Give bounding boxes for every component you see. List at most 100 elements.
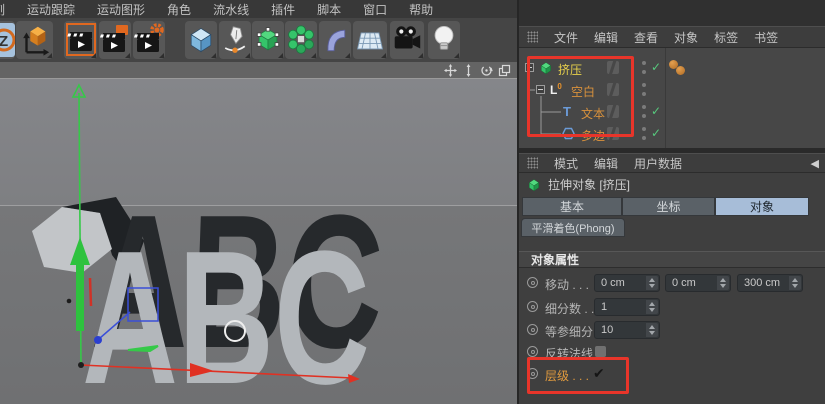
menu-sculpt[interactable]: 雕刻 bbox=[0, 1, 16, 18]
tab-basic[interactable]: 基本 bbox=[522, 197, 622, 216]
stepper[interactable] bbox=[646, 276, 658, 290]
tree-row-text[interactable]: T 文本 ✓ bbox=[519, 102, 825, 122]
viewport-maximize-icon[interactable] bbox=[498, 64, 511, 77]
render-clapper-icon bbox=[65, 22, 97, 58]
array-flower-icon bbox=[286, 24, 316, 56]
viewport-3d[interactable]: ABC ABC bbox=[0, 78, 517, 404]
render-picture-viewer-button[interactable] bbox=[99, 21, 131, 59]
spline-pen-button[interactable] bbox=[219, 21, 251, 59]
null-icon: L0 bbox=[550, 82, 562, 97]
move-y-input[interactable]: 0 cm bbox=[665, 274, 731, 292]
tab-object[interactable]: 对象 bbox=[715, 197, 809, 216]
menu-pipeline[interactable]: 流水线 bbox=[202, 1, 260, 18]
enabled-check-icon[interactable]: ✓ bbox=[651, 126, 661, 140]
panel-grip-icon[interactable] bbox=[527, 157, 538, 169]
camera-button[interactable] bbox=[390, 21, 424, 59]
viewport-rotate-icon[interactable] bbox=[480, 64, 493, 77]
property-label: 等参细分 bbox=[545, 323, 593, 340]
stepper[interactable] bbox=[717, 276, 729, 290]
polygon-icon bbox=[562, 127, 575, 140]
stepper[interactable] bbox=[789, 276, 801, 290]
om-menu-tags[interactable]: 标签 bbox=[714, 29, 738, 46]
object-name[interactable]: 多边 bbox=[581, 127, 605, 144]
tab-phong[interactable]: 平滑着色(Phong) bbox=[521, 218, 625, 237]
menu-character[interactable]: 角色 bbox=[156, 1, 202, 18]
render-settings-button[interactable] bbox=[133, 21, 165, 59]
stepper[interactable] bbox=[646, 300, 658, 314]
keyframe-circle-icon[interactable] bbox=[527, 277, 538, 288]
floor-button[interactable] bbox=[353, 21, 387, 59]
object-name[interactable]: 文本 bbox=[581, 105, 605, 122]
viewport-pan-icon[interactable] bbox=[444, 64, 457, 77]
attribute-title: 拉伸对象 [挤压] bbox=[548, 176, 630, 193]
tab-coordinates[interactable]: 坐标 bbox=[622, 197, 715, 216]
layer-icon[interactable] bbox=[607, 83, 619, 96]
hierarchy-checkbox[interactable]: ✔ bbox=[593, 365, 605, 382]
layer-icon[interactable] bbox=[607, 61, 619, 74]
render-view-button[interactable] bbox=[64, 21, 97, 59]
visibility-dots[interactable] bbox=[641, 127, 646, 140]
camera-icon bbox=[391, 23, 423, 57]
move-x-input[interactable]: 0 cm bbox=[594, 274, 660, 292]
om-menu-edit[interactable]: 编辑 bbox=[594, 29, 618, 46]
visibility-dots[interactable] bbox=[641, 105, 646, 118]
primitive-cube-button[interactable] bbox=[185, 21, 217, 59]
object-name[interactable]: 空白 bbox=[571, 83, 595, 100]
layer-icon[interactable] bbox=[607, 127, 619, 140]
light-button[interactable] bbox=[428, 21, 460, 59]
coordinates-button[interactable] bbox=[16, 21, 53, 59]
menu-mograph[interactable]: 运动图形 bbox=[86, 1, 156, 18]
light-bulb-icon bbox=[429, 23, 459, 57]
visibility-dots[interactable] bbox=[641, 83, 646, 96]
om-menu-objects[interactable]: 对象 bbox=[674, 29, 698, 46]
collapse-toggle[interactable] bbox=[525, 63, 534, 72]
object-name[interactable]: 挤压 bbox=[558, 61, 582, 78]
visibility-dots[interactable] bbox=[641, 61, 646, 74]
subdivision-input[interactable]: 1 bbox=[594, 298, 660, 316]
text-face: ABC bbox=[82, 212, 370, 404]
stepper[interactable] bbox=[646, 323, 658, 337]
keyframe-circle-icon[interactable] bbox=[527, 346, 538, 357]
am-menu-edit[interactable]: 编辑 bbox=[594, 155, 618, 172]
menu-window[interactable]: 窗口 bbox=[352, 1, 398, 18]
property-row-subdivision: 细分数 . . 1 bbox=[519, 297, 825, 317]
enabled-check-icon[interactable]: ✓ bbox=[651, 104, 661, 118]
undo-button[interactable]: Z bbox=[0, 21, 15, 59]
section-title: 对象属性 bbox=[531, 251, 579, 268]
menu-script[interactable]: 脚本 bbox=[306, 1, 352, 18]
layer-icon[interactable] bbox=[607, 105, 619, 118]
menu-plugins[interactable]: 插件 bbox=[260, 1, 306, 18]
render-settings-clapper-icon bbox=[133, 22, 165, 58]
deformer-bend-button[interactable] bbox=[319, 21, 351, 59]
enabled-check-icon[interactable]: ✓ bbox=[651, 60, 661, 74]
keyframe-circle-icon[interactable] bbox=[527, 301, 538, 312]
keyframe-circle-icon[interactable] bbox=[527, 368, 538, 379]
pen-icon bbox=[220, 24, 250, 56]
am-menu-userdata[interactable]: 用户数据 bbox=[634, 155, 682, 172]
collapse-toggle[interactable] bbox=[536, 85, 545, 94]
am-menu-mode[interactable]: 模式 bbox=[554, 155, 578, 172]
menu-motion-tracker[interactable]: 运动跟踪 bbox=[16, 1, 86, 18]
z-axis-handle bbox=[94, 336, 102, 344]
array-generator-button[interactable] bbox=[285, 21, 317, 59]
tree-row-polygon[interactable]: 多边 ✓ bbox=[519, 124, 825, 144]
om-menu-file[interactable]: 文件 bbox=[554, 29, 578, 46]
phong-tag-icon[interactable] bbox=[676, 66, 685, 75]
tree-row-extrude[interactable]: 挤压 ✓ bbox=[519, 58, 825, 78]
om-menu-view[interactable]: 查看 bbox=[634, 29, 658, 46]
panel-grip-icon[interactable] bbox=[527, 31, 538, 43]
property-row-hierarchy: 层级 . . . ✔ bbox=[519, 364, 825, 384]
history-back-icon[interactable]: ◀ bbox=[811, 157, 819, 170]
subdivision-surface-button[interactable] bbox=[252, 21, 284, 59]
om-menu-bookmarks[interactable]: 书签 bbox=[754, 29, 778, 46]
iso-subdivision-input[interactable]: 10 bbox=[594, 321, 660, 339]
viewport-zoom-icon[interactable] bbox=[462, 64, 475, 77]
menu-help[interactable]: 帮助 bbox=[398, 1, 444, 18]
move-z-input[interactable]: 300 cm bbox=[737, 274, 803, 292]
property-label: 层级 . . . bbox=[545, 367, 589, 384]
cube-icon bbox=[186, 24, 216, 56]
tree-row-null[interactable]: L0 空白 bbox=[519, 80, 825, 100]
flip-normals-checkbox[interactable] bbox=[595, 346, 606, 357]
attribute-manager-menubar: 模式 编辑 用户数据 ◀ bbox=[519, 153, 825, 173]
keyframe-circle-icon[interactable] bbox=[527, 324, 538, 335]
